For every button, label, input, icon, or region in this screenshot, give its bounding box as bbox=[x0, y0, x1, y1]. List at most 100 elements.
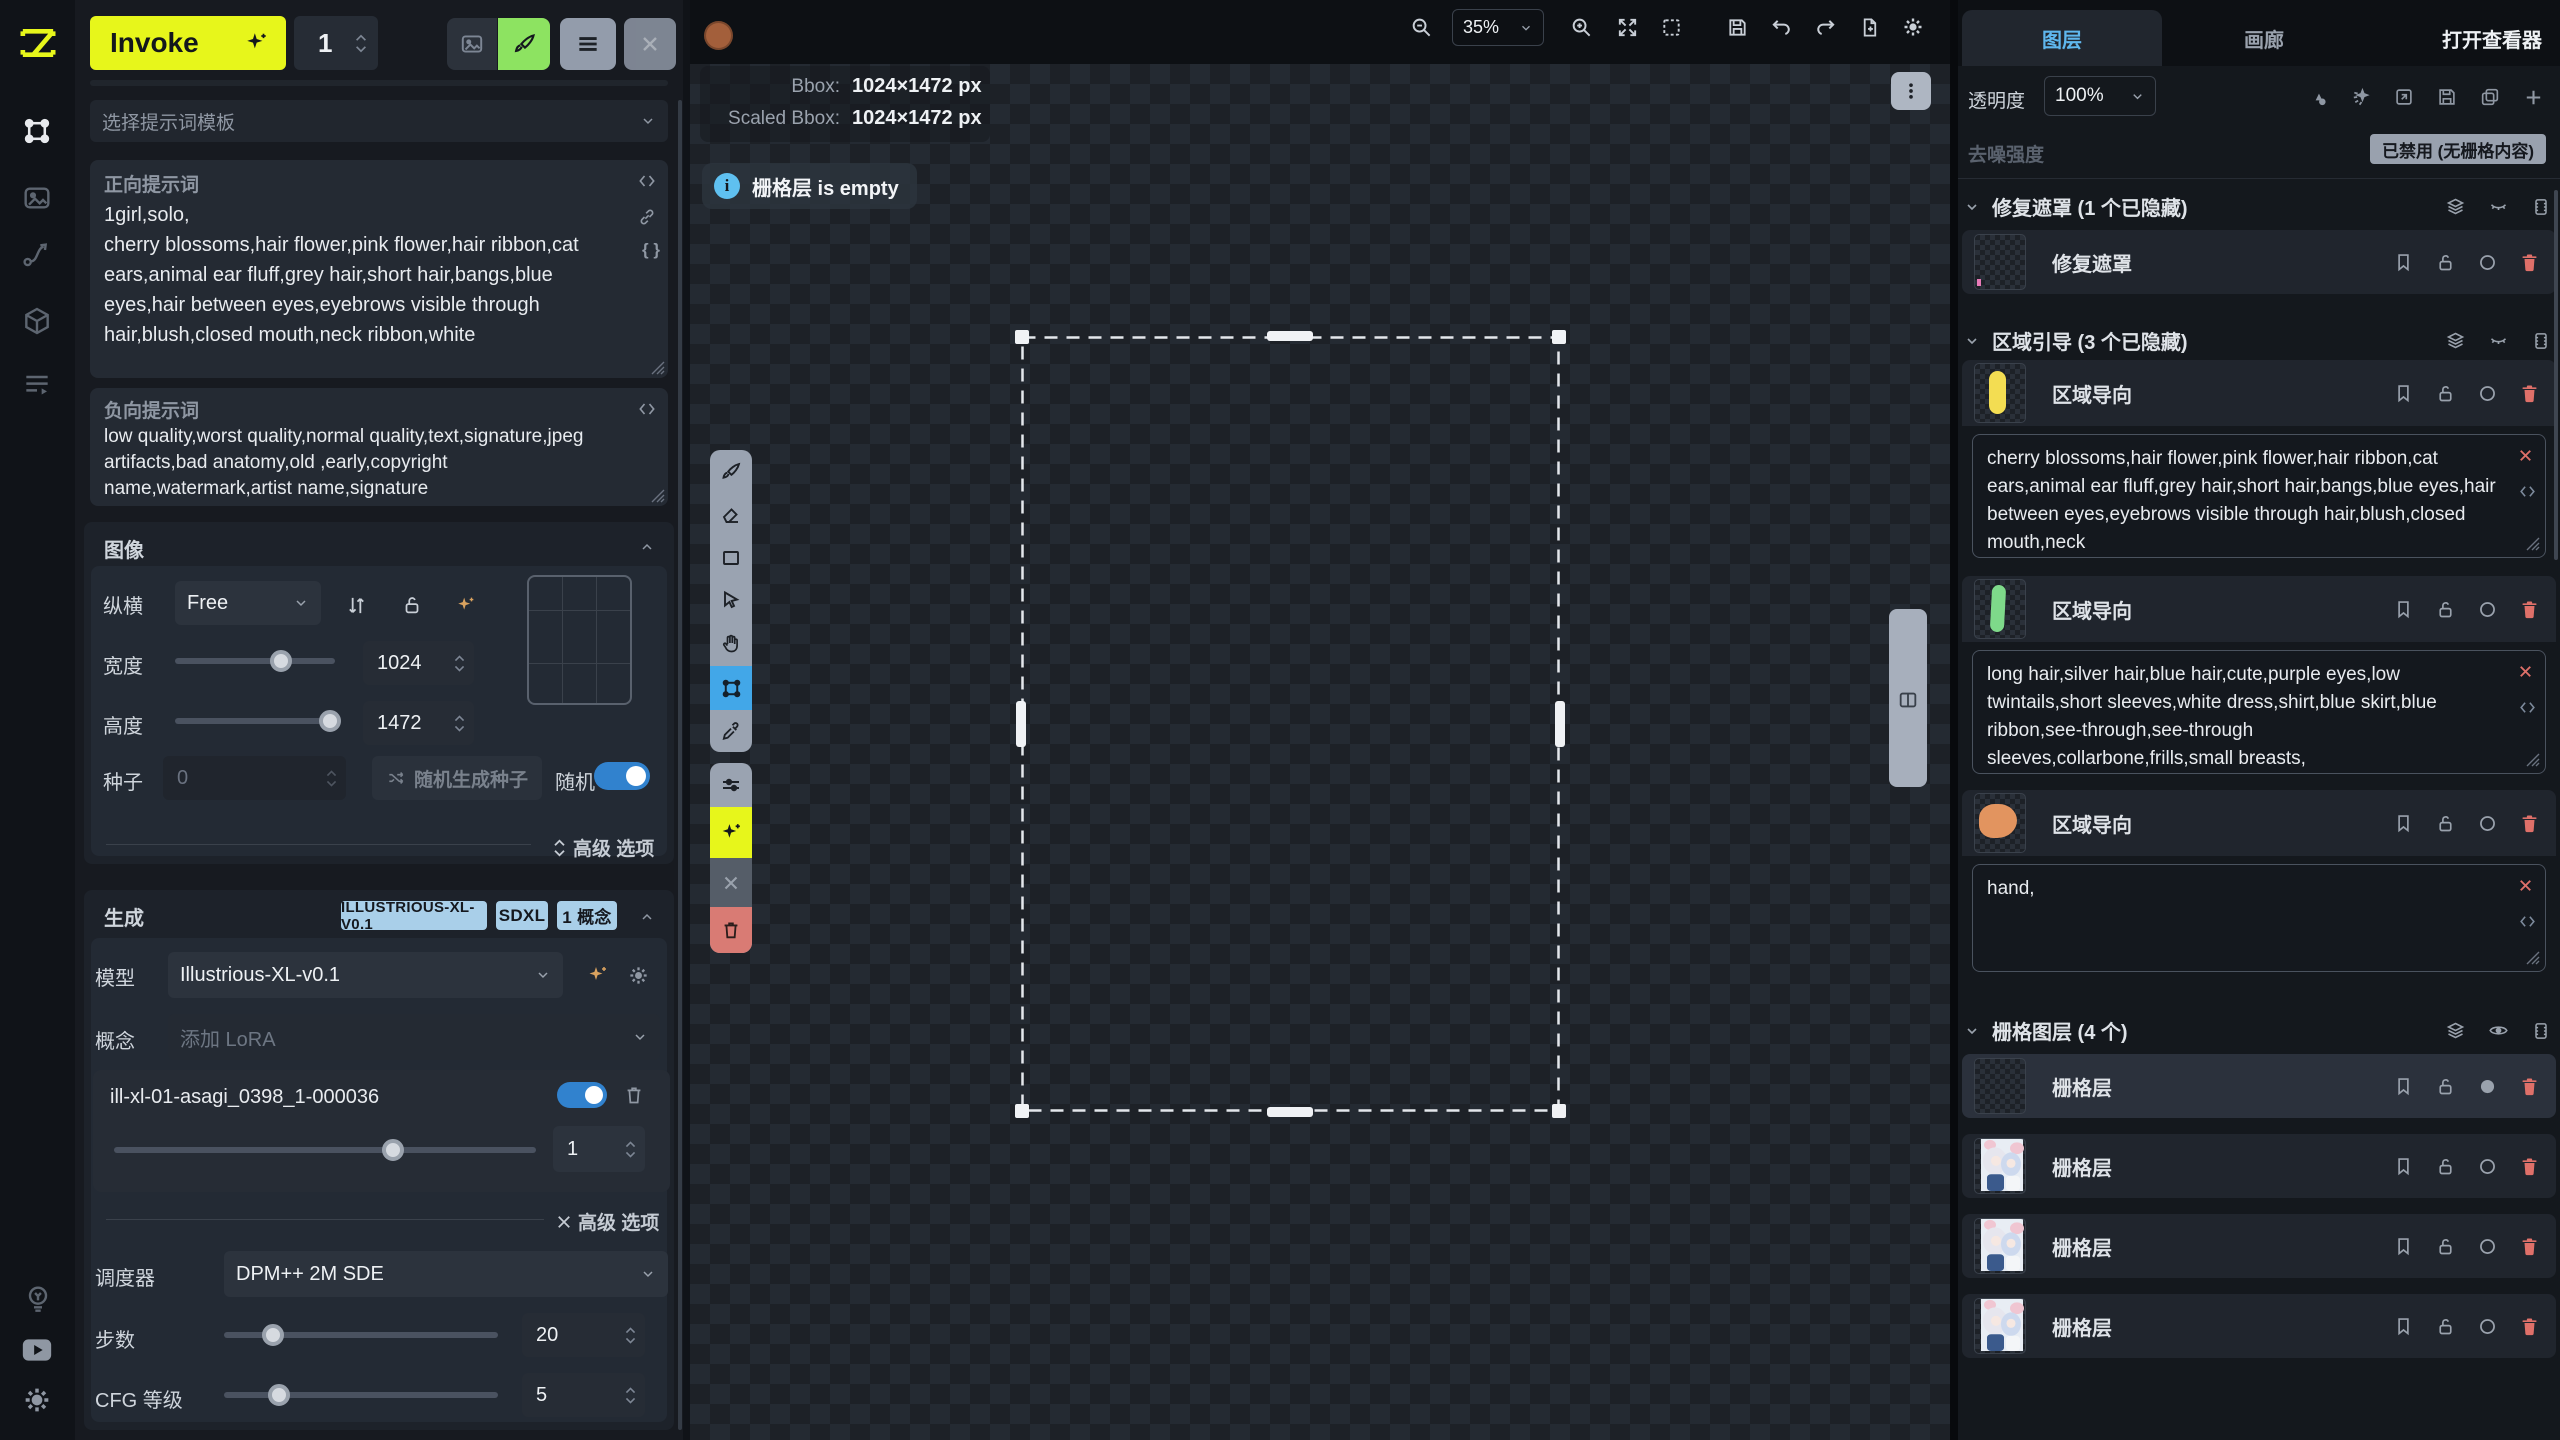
bbox-handle-top-left[interactable] bbox=[1015, 330, 1029, 344]
pin-layer-icon[interactable] bbox=[2390, 380, 2416, 406]
layer-color-icon[interactable] bbox=[2474, 380, 2500, 406]
eyedropper-tool[interactable] bbox=[710, 710, 752, 752]
layer-color-icon[interactable] bbox=[2474, 249, 2500, 275]
undo-icon[interactable] bbox=[1768, 14, 1794, 40]
height-slider[interactable] bbox=[175, 718, 335, 724]
delete-layer-icon[interactable] bbox=[2516, 1233, 2542, 1259]
code-icon[interactable] bbox=[2514, 908, 2540, 934]
tool-settings-button[interactable] bbox=[710, 763, 752, 807]
delete-layer-icon[interactable] bbox=[2516, 1153, 2542, 1179]
group-regional-header[interactable]: 区域引导 (3 个已隐藏) bbox=[1964, 326, 2554, 355]
lock-layer-icon[interactable] bbox=[2432, 596, 2458, 622]
layer-row-raster-3[interactable]: 栅格层 bbox=[1962, 1214, 2556, 1278]
group-inpaint-header[interactable]: 修复遮罩 (1 个已隐藏) bbox=[1964, 192, 2554, 221]
group-visibility-on-icon[interactable] bbox=[2485, 1018, 2511, 1044]
opacity-select[interactable]: 100% bbox=[2044, 76, 2156, 116]
support-lightbulb-icon[interactable] bbox=[22, 1283, 54, 1315]
canvas-context-menu-button[interactable] bbox=[1891, 72, 1931, 110]
lora-toggle[interactable] bbox=[557, 1082, 607, 1108]
select-tool[interactable] bbox=[710, 579, 752, 622]
seed-input[interactable]: 0 bbox=[163, 756, 346, 800]
resize-handle-icon[interactable] bbox=[2525, 950, 2540, 965]
right-panel-scrollbar[interactable] bbox=[2554, 190, 2558, 560]
panel-handle-bar[interactable] bbox=[1889, 609, 1927, 787]
swap-dimensions-icon[interactable] bbox=[343, 592, 369, 618]
model-select[interactable]: Illustrious-XL-v0.1 bbox=[168, 952, 563, 998]
aspect-select[interactable]: Free bbox=[175, 581, 321, 625]
redo-icon[interactable] bbox=[1812, 14, 1838, 40]
add-layer-icon[interactable] bbox=[2520, 84, 2546, 110]
prompt-template-selector[interactable]: 选择提示词模板 bbox=[90, 100, 668, 142]
model-settings-gear-icon[interactable] bbox=[625, 962, 651, 988]
layer-row-regional-2[interactable]: 区域导向 bbox=[1962, 576, 2556, 642]
brush-tool[interactable] bbox=[710, 450, 752, 493]
resize-handle-icon[interactable] bbox=[650, 488, 665, 503]
nav-canvas-tab[interactable] bbox=[18, 112, 56, 150]
youtube-icon[interactable] bbox=[20, 1335, 54, 1365]
zoom-level-select[interactable]: 35% bbox=[1452, 9, 1544, 46]
zoom-in-icon[interactable] bbox=[1568, 14, 1594, 40]
layer-color-icon[interactable] bbox=[2474, 1073, 2500, 1099]
model-sparkle-icon[interactable] bbox=[585, 962, 611, 988]
delete-layer-icon[interactable] bbox=[2516, 1313, 2542, 1339]
delete-layer-icon[interactable] bbox=[2516, 596, 2542, 622]
code-icon[interactable] bbox=[634, 168, 660, 194]
merge-layers-icon[interactable] bbox=[2305, 84, 2331, 110]
close-panel-button[interactable] bbox=[624, 18, 676, 70]
height-input[interactable]: 1472 bbox=[363, 701, 474, 745]
link-icon[interactable] bbox=[634, 204, 660, 230]
fit-canvas-icon[interactable] bbox=[1614, 14, 1640, 40]
layer-color-icon[interactable] bbox=[2474, 596, 2500, 622]
group-stack-icon[interactable] bbox=[2442, 1018, 2468, 1044]
resize-handle-icon[interactable] bbox=[2525, 752, 2540, 767]
layer-color-icon[interactable] bbox=[2474, 1313, 2500, 1339]
fit-layer-icon[interactable] bbox=[2391, 84, 2417, 110]
braces-icon[interactable]: { } bbox=[642, 240, 660, 260]
group-visibility-off-icon[interactable] bbox=[2485, 194, 2511, 220]
collapse-section-icon[interactable] bbox=[634, 904, 660, 930]
nav-gallery-tab[interactable] bbox=[20, 181, 54, 215]
lock-layer-icon[interactable] bbox=[2432, 1073, 2458, 1099]
regional-prompt-2[interactable]: long hair,silver hair,blue hair,cute,pur… bbox=[1972, 650, 2546, 774]
tab-gallery[interactable]: 画廊 bbox=[2164, 10, 2364, 66]
gallery-mode-button[interactable] bbox=[447, 18, 497, 70]
delete-layer-icon[interactable] bbox=[2516, 1073, 2542, 1099]
invoke-region-button[interactable] bbox=[710, 807, 752, 858]
optimize-size-sparkle-icon[interactable] bbox=[453, 592, 479, 618]
canvas-area[interactable]: 35% Bbox: 1024×1472 px Scaled Bbox: 1024… bbox=[690, 0, 1950, 1440]
lock-layer-icon[interactable] bbox=[2432, 1313, 2458, 1339]
delete-lora-icon[interactable] bbox=[621, 1082, 647, 1108]
delete-layer-icon[interactable] bbox=[2516, 810, 2542, 836]
queue-count-stepper[interactable]: 1 bbox=[294, 16, 378, 70]
pin-layer-icon[interactable] bbox=[2390, 1313, 2416, 1339]
group-frame-icon[interactable] bbox=[2528, 328, 2554, 354]
select-object-icon[interactable] bbox=[2348, 84, 2374, 110]
save-layer-icon[interactable] bbox=[2434, 84, 2460, 110]
group-frame-icon[interactable] bbox=[2528, 194, 2554, 220]
randomize-seed-button[interactable]: 随机生成种子 bbox=[372, 756, 542, 800]
bbox-handle-bottom-left[interactable] bbox=[1015, 1104, 1029, 1118]
bbox-handle-left[interactable] bbox=[1016, 701, 1026, 747]
remove-prompt-icon[interactable] bbox=[2512, 442, 2538, 468]
layer-row-raster-4[interactable]: 栅格层 bbox=[1962, 1294, 2556, 1358]
code-icon[interactable] bbox=[2514, 694, 2540, 720]
regional-prompt-3[interactable]: hand, bbox=[1972, 864, 2546, 972]
bbox-tool[interactable] bbox=[710, 666, 752, 710]
duplicate-layer-icon[interactable] bbox=[2477, 84, 2503, 110]
width-input[interactable]: 1024 bbox=[363, 641, 474, 685]
remove-prompt-icon[interactable] bbox=[2512, 658, 2538, 684]
canvas-mode-button[interactable] bbox=[498, 18, 550, 70]
layer-color-icon[interactable] bbox=[2474, 810, 2500, 836]
nav-workflows-tab[interactable] bbox=[20, 237, 54, 271]
cfg-slider[interactable] bbox=[224, 1392, 498, 1398]
steps-slider[interactable] bbox=[224, 1332, 498, 1338]
delete-region-button[interactable] bbox=[710, 907, 752, 953]
positive-prompt-text[interactable]: 1girl,solo, cherry blossoms,hair flower,… bbox=[104, 200, 624, 350]
negative-prompt-box[interactable]: 负向提示词 low quality,worst quality,normal q… bbox=[90, 388, 668, 506]
lora-weight-slider[interactable] bbox=[114, 1147, 536, 1153]
width-slider[interactable] bbox=[175, 658, 335, 664]
panel-menu-button[interactable] bbox=[560, 18, 616, 70]
pin-layer-icon[interactable] bbox=[2390, 810, 2416, 836]
group-visibility-off-icon[interactable] bbox=[2485, 328, 2511, 354]
left-panel-scrollbar[interactable] bbox=[678, 100, 682, 1430]
